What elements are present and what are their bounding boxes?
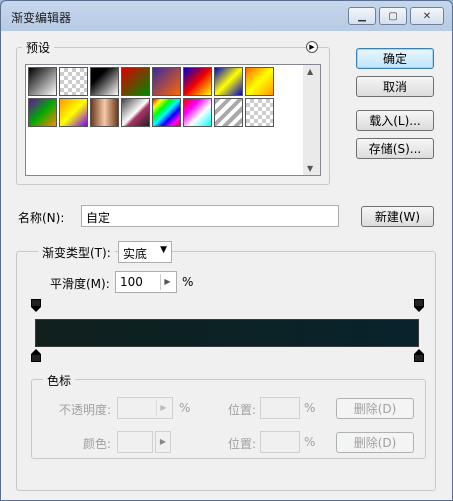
- title-bar[interactable]: 渐变编辑器 ▁ ▢ ✕: [1, 1, 452, 31]
- color-swatch-input[interactable]: [117, 431, 153, 453]
- gradient-editor-window: 渐变编辑器 ▁ ▢ ✕ 预设 ▶ ▲ ▼ 确定 取消 载入(L)... 存储(S…: [0, 0, 453, 501]
- delete-color-stop-button[interactable]: 删除(D): [336, 432, 414, 453]
- color-location-input[interactable]: [260, 431, 300, 453]
- preset-swatch-violet-orange[interactable]: [152, 67, 181, 96]
- smoothness-value: 100: [120, 275, 143, 289]
- preset-swatch-orange-yellow[interactable]: [245, 67, 274, 96]
- smoothness-label: 平滑度(M):: [50, 277, 110, 291]
- preset-swatch-spectrum-stripe[interactable]: [183, 98, 212, 127]
- scroll-down-icon[interactable]: ▼: [307, 164, 313, 173]
- opacity-input[interactable]: ▶: [117, 397, 173, 419]
- close-button[interactable]: ✕: [410, 7, 444, 25]
- stops-label: 色标: [43, 372, 76, 389]
- preset-swatch-red-green[interactable]: [121, 67, 150, 96]
- minimize-icon: ▁: [358, 10, 366, 22]
- preset-swatch-yellow-violet[interactable]: [59, 98, 88, 127]
- preset-swatch-black-white[interactable]: [28, 67, 57, 96]
- dialog-body: 预设 ▶ ▲ ▼ 确定 取消 载入(L)... 存储(S)... 名称(N): …: [6, 31, 447, 496]
- opacity-stop-right-icon: [414, 299, 424, 307]
- presets-label: 预设: [22, 39, 55, 56]
- opacity-unit: %: [179, 401, 191, 415]
- preset-swatch-copper[interactable]: [90, 98, 119, 127]
- preset-swatch-silver-stripe[interactable]: [214, 98, 243, 127]
- ok-button[interactable]: 确定: [356, 48, 434, 69]
- new-button[interactable]: 新建(W): [361, 206, 434, 227]
- preset-swatch-transparent-2[interactable]: [245, 98, 274, 127]
- window-title: 渐变编辑器: [11, 11, 72, 25]
- gradient-type-value: 实底: [123, 247, 148, 261]
- color-menu-arrow-icon[interactable]: ▶: [155, 431, 171, 453]
- opacity-location-unit: %: [304, 401, 316, 415]
- color-stop-right[interactable]: [414, 349, 424, 362]
- opacity-stop-left-icon: [31, 299, 41, 307]
- close-icon: ✕: [422, 10, 432, 22]
- gradient-type-select[interactable]: 实底 ▼: [118, 241, 172, 263]
- presets-menu-icon[interactable]: ▶: [306, 41, 318, 53]
- presets-scrollbar[interactable]: ▲ ▼: [303, 65, 320, 175]
- opacity-arrow-icon[interactable]: ▶: [156, 400, 170, 416]
- smoothness-unit: %: [182, 275, 194, 289]
- preset-swatch-blue-yellow-blue[interactable]: [214, 67, 243, 96]
- preset-swatch-blue-red-yellow[interactable]: [183, 67, 212, 96]
- gradient-type-label: 渐变类型(T):: [38, 244, 115, 261]
- color-location-label: 位置:: [228, 437, 257, 451]
- name-label: 名称(N):: [18, 211, 65, 225]
- opacity-location-label: 位置:: [228, 403, 257, 417]
- color-label: 颜色:: [83, 437, 112, 451]
- preset-swatch-black-white-2[interactable]: [90, 67, 119, 96]
- preset-swatch-violet-green-orange[interactable]: [28, 98, 57, 127]
- preset-swatch-chrome[interactable]: [121, 98, 150, 127]
- preset-swatch-spectrum[interactable]: [152, 98, 181, 127]
- load-button[interactable]: 载入(L)...: [356, 110, 434, 131]
- minimize-button[interactable]: ▁: [348, 7, 376, 25]
- opacity-location-input[interactable]: [260, 397, 300, 419]
- color-stop-right-icon: [414, 354, 424, 362]
- presets-list: ▲ ▼: [25, 64, 321, 176]
- scroll-up-icon[interactable]: ▲: [307, 67, 313, 76]
- name-input[interactable]: 自定: [81, 205, 339, 227]
- delete-opacity-stop-button[interactable]: 删除(D): [336, 398, 414, 419]
- color-location-unit: %: [304, 435, 316, 449]
- opacity-stop-left[interactable]: [31, 299, 41, 312]
- preset-swatch-transparent[interactable]: [59, 67, 88, 96]
- maximize-icon: ▢: [388, 10, 398, 22]
- smoothness-input[interactable]: 100 ▶: [115, 271, 177, 293]
- cancel-button[interactable]: 取消: [356, 76, 434, 97]
- gradient-preview-bar[interactable]: [35, 319, 419, 347]
- save-button[interactable]: 存储(S)...: [356, 138, 434, 159]
- opacity-stop-right[interactable]: [414, 299, 424, 312]
- color-stop-left[interactable]: [31, 349, 41, 362]
- color-stop-left-icon: [31, 354, 41, 362]
- maximize-button[interactable]: ▢: [379, 7, 407, 25]
- slider-arrow-icon[interactable]: ▶: [160, 274, 174, 290]
- chevron-down-icon: ▼: [160, 245, 167, 255]
- opacity-label: 不透明度:: [59, 403, 112, 417]
